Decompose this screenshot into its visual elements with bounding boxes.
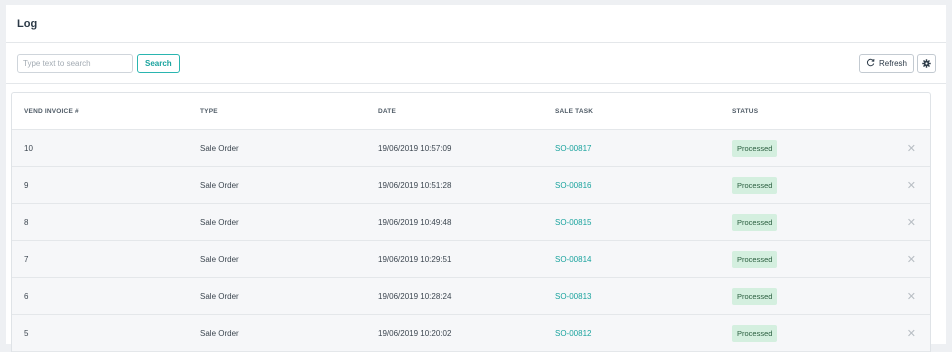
column-header-sale-task[interactable]: SALE TASK	[555, 108, 732, 115]
table-row[interactable]: 7 Sale Order 19/06/2019 10:29:51 SO-0081…	[12, 241, 930, 278]
table-header-row: VEND INVOICE # TYPE DATE SALE TASK STATU…	[12, 93, 930, 130]
page-title: Log	[17, 17, 38, 30]
panel-header: Log	[6, 5, 946, 43]
column-header-type[interactable]: TYPE	[188, 108, 378, 115]
cell-invoice: 5	[24, 328, 29, 338]
cell-type: Sale Order	[200, 180, 239, 190]
cell-date: 19/06/2019 10:57:09	[378, 143, 452, 153]
status-badge: Processed	[732, 176, 778, 194]
cell-invoice: 7	[24, 254, 29, 264]
close-icon[interactable]: ✕	[907, 217, 916, 229]
sale-task-link[interactable]: SO-00813	[555, 292, 591, 301]
cell-type: Sale Order	[200, 143, 239, 153]
cell-date: 19/06/2019 10:20:02	[378, 328, 452, 338]
cell-invoice: 8	[24, 217, 29, 227]
table-row[interactable]: 10 Sale Order 19/06/2019 10:57:09 SO-008…	[12, 130, 930, 167]
table-row[interactable]: 6 Sale Order 19/06/2019 10:28:24 SO-0081…	[12, 278, 930, 315]
sale-task-link[interactable]: SO-00815	[555, 218, 591, 227]
toolbar: Search Refresh	[6, 43, 946, 84]
cell-type: Sale Order	[200, 328, 239, 338]
search-input[interactable]	[17, 53, 133, 73]
sale-task-link[interactable]: SO-00812	[555, 329, 591, 338]
status-badge: Processed	[732, 287, 778, 305]
column-header-status[interactable]: STATUS	[732, 108, 892, 115]
cell-date: 19/06/2019 10:51:28	[378, 180, 452, 190]
cell-date: 19/06/2019 10:29:51	[378, 254, 452, 264]
close-icon[interactable]: ✕	[907, 291, 916, 303]
refresh-label: Refresh	[878, 58, 907, 68]
sale-task-link[interactable]: SO-00814	[555, 255, 591, 264]
cell-invoice: 10	[24, 143, 33, 153]
log-table: VEND INVOICE # TYPE DATE SALE TASK STATU…	[11, 92, 931, 352]
status-badge: Processed	[732, 213, 778, 231]
cell-invoice: 6	[24, 291, 29, 301]
refresh-icon	[866, 58, 875, 69]
cell-date: 19/06/2019 10:28:24	[378, 291, 452, 301]
column-header-invoice[interactable]: VEND INVOICE #	[24, 108, 200, 115]
column-header-date[interactable]: DATE	[378, 108, 555, 115]
status-badge: Processed	[732, 324, 778, 342]
cell-invoice: 9	[24, 180, 29, 190]
sale-task-link[interactable]: SO-00817	[555, 144, 591, 153]
close-icon[interactable]: ✕	[907, 254, 916, 266]
cell-type: Sale Order	[200, 291, 239, 301]
cell-type: Sale Order	[200, 217, 239, 227]
status-badge: Processed	[732, 250, 778, 268]
search-button[interactable]: Search	[137, 53, 180, 73]
gear-icon	[922, 56, 931, 71]
table-row[interactable]: 9 Sale Order 19/06/2019 10:51:28 SO-0081…	[12, 167, 930, 204]
refresh-button[interactable]: Refresh	[858, 53, 914, 73]
cell-date: 19/06/2019 10:49:48	[378, 217, 452, 227]
cell-type: Sale Order	[200, 254, 239, 264]
sale-task-link[interactable]: SO-00816	[555, 181, 591, 190]
status-badge: Processed	[732, 139, 778, 157]
close-icon[interactable]: ✕	[907, 328, 916, 340]
close-icon[interactable]: ✕	[907, 180, 916, 192]
table-row[interactable]: 8 Sale Order 19/06/2019 10:49:48 SO-0081…	[12, 204, 930, 241]
close-icon[interactable]: ✕	[907, 143, 916, 155]
settings-button[interactable]	[917, 53, 936, 73]
table-row[interactable]: 5 Sale Order 19/06/2019 10:20:02 SO-0081…	[12, 315, 930, 352]
